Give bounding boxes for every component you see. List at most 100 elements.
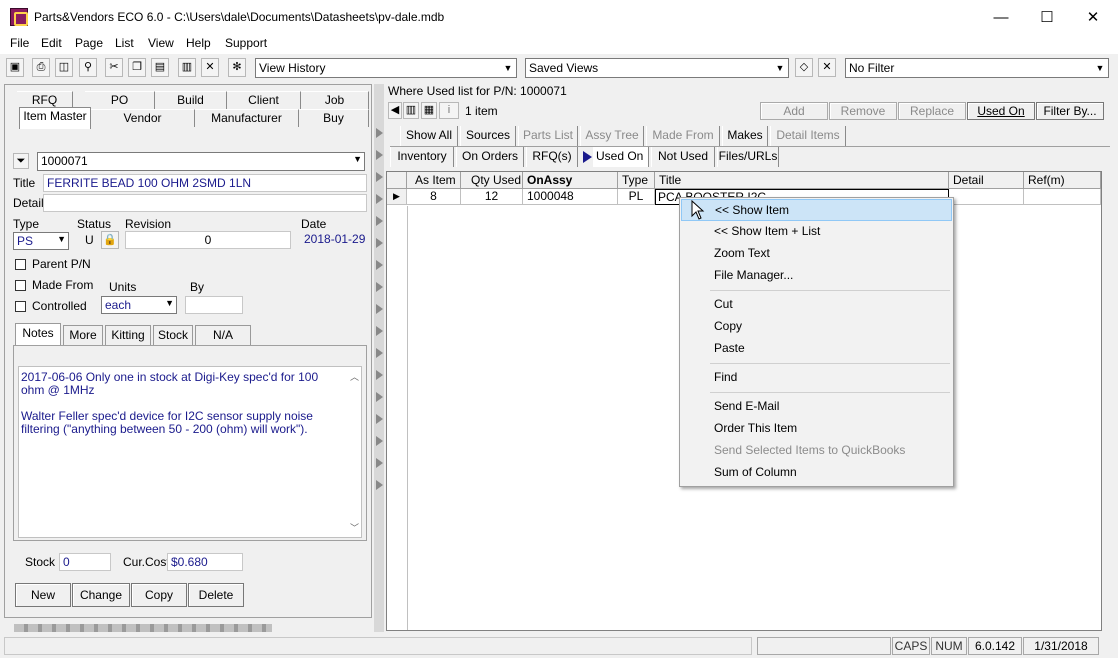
- menu-file[interactable]: File: [10, 36, 29, 50]
- replace-button[interactable]: Replace: [898, 102, 966, 120]
- column-header-onassy[interactable]: OnAssy: [523, 172, 618, 189]
- cut-icon[interactable]: ✂: [105, 58, 123, 77]
- copy-icon[interactable]: ❐: [128, 58, 146, 77]
- cell-refm[interactable]: [1024, 189, 1101, 205]
- tab-manufacturer[interactable]: Manufacturer: [195, 109, 299, 127]
- tab-on-orders[interactable]: On Orders: [456, 147, 524, 167]
- minimize-button[interactable]: —: [978, 0, 1024, 34]
- column-header-type[interactable]: Type: [618, 172, 655, 189]
- detail-field[interactable]: [43, 194, 367, 212]
- menu-item-paste[interactable]: Paste: [681, 338, 952, 360]
- delete-icon[interactable]: ✕: [201, 58, 219, 77]
- cell-detail[interactable]: [949, 189, 1024, 205]
- save-icon[interactable]: ▣: [6, 58, 24, 77]
- tab-notes[interactable]: Notes: [15, 323, 61, 345]
- filter-by-button[interactable]: Filter By...: [1036, 102, 1104, 120]
- tab-rfqs[interactable]: RFQ(s): [526, 147, 578, 167]
- menu-item-send-to-quickbooks[interactable]: Send Selected Items to QuickBooks: [681, 440, 952, 462]
- menu-item-copy[interactable]: Copy: [681, 316, 952, 338]
- first-record-icon[interactable]: ◀: [388, 102, 402, 119]
- column-header-refm[interactable]: Ref(m): [1024, 172, 1101, 189]
- tab-parts-list[interactable]: Parts List: [518, 126, 578, 146]
- tab-more[interactable]: More: [63, 325, 103, 345]
- controlled-checkbox[interactable]: [15, 301, 26, 312]
- tab-po[interactable]: PO: [85, 91, 155, 109]
- copy-button[interactable]: Copy: [131, 583, 187, 607]
- title-field[interactable]: FERRITE BEAD 100 OHM 2SMD 1LN: [43, 174, 367, 192]
- menu-list[interactable]: List: [115, 36, 134, 50]
- paste-icon[interactable]: ▤: [151, 58, 169, 77]
- scroll-down-icon[interactable]: ﹀: [350, 522, 359, 535]
- tab-used-on[interactable]: Used On: [593, 147, 649, 167]
- menu-item-cut[interactable]: Cut: [681, 294, 952, 316]
- by-field[interactable]: [185, 296, 243, 314]
- clear-filter-icon[interactable]: ✕: [818, 58, 836, 77]
- menu-item-sum-of-column[interactable]: Sum of Column: [681, 462, 952, 484]
- settings-icon[interactable]: ✻: [228, 58, 246, 77]
- menu-help[interactable]: Help: [186, 36, 211, 50]
- tab-kitting[interactable]: Kitting: [105, 325, 151, 345]
- tab-stock[interactable]: Stock: [153, 325, 193, 345]
- form-view-icon[interactable]: ▥: [403, 102, 419, 119]
- cell-onassy[interactable]: 1000048: [523, 189, 618, 205]
- used-on-button[interactable]: Used On: [967, 102, 1035, 120]
- menu-item-zoom-text[interactable]: Zoom Text: [681, 243, 952, 265]
- column-header-qty-used[interactable]: Qty Used: [461, 172, 523, 189]
- menu-item-order-this-item[interactable]: Order This Item: [681, 418, 952, 440]
- tab-sources[interactable]: Sources: [460, 126, 516, 146]
- tab-buy[interactable]: Buy: [299, 109, 369, 127]
- eraser-icon[interactable]: ◇: [795, 58, 813, 77]
- tab-made-from[interactable]: Made From: [646, 126, 720, 146]
- menu-page[interactable]: Page: [75, 36, 103, 50]
- tab-job[interactable]: Job: [301, 91, 369, 109]
- menu-edit[interactable]: Edit: [41, 36, 62, 50]
- made-from-checkbox[interactable]: [15, 280, 26, 291]
- delete-button[interactable]: Delete: [188, 583, 244, 607]
- tab-makes[interactable]: Makes: [722, 126, 768, 146]
- menu-item-show-item-list[interactable]: << Show Item + List: [681, 221, 952, 243]
- change-button[interactable]: Change: [72, 583, 130, 607]
- left-panel-scrollbar[interactable]: [14, 624, 272, 632]
- info-icon[interactable]: i: [439, 102, 459, 119]
- scroll-up-icon[interactable]: ︿: [350, 371, 359, 384]
- menu-item-find[interactable]: Find: [681, 367, 952, 389]
- type-select[interactable]: PS ▼: [13, 232, 69, 250]
- maximize-button[interactable]: ☐: [1024, 0, 1070, 34]
- new-button[interactable]: New: [15, 583, 71, 607]
- print-preview-icon[interactable]: ◫: [55, 58, 73, 77]
- panel-divider[interactable]: [374, 84, 384, 632]
- tab-build[interactable]: Build: [155, 91, 227, 109]
- tab-vendor[interactable]: Vendor: [91, 109, 195, 127]
- close-button[interactable]: ✕: [1070, 0, 1116, 34]
- find-icon[interactable]: ⚲: [79, 58, 97, 77]
- remove-button[interactable]: Remove: [829, 102, 897, 120]
- grid-view-icon[interactable]: ▦: [421, 102, 437, 119]
- cell-as-item[interactable]: 8: [407, 189, 461, 205]
- row-selector-arrow-icon[interactable]: ▶: [387, 189, 407, 205]
- add-button[interactable]: Add: [760, 102, 828, 120]
- lock-icon[interactable]: 🔒: [101, 231, 119, 249]
- tab-files-urls[interactable]: Files/URLs: [717, 147, 779, 167]
- filter-select[interactable]: No Filter ▼: [845, 58, 1109, 78]
- cell-type[interactable]: PL: [618, 189, 655, 205]
- tab-assy-tree[interactable]: Assy Tree: [580, 126, 644, 146]
- view-history-select[interactable]: View History ▼: [255, 58, 517, 78]
- revision-field[interactable]: 0: [125, 231, 291, 249]
- paste-special-icon[interactable]: ▥: [178, 58, 196, 77]
- menu-item-send-email[interactable]: Send E-Mail: [681, 396, 952, 418]
- tab-item-master[interactable]: Item Master: [19, 107, 91, 129]
- column-header-as-item[interactable]: As Item: [407, 172, 461, 189]
- tab-inventory[interactable]: Inventory: [390, 147, 454, 167]
- tab-show-all[interactable]: Show All: [400, 126, 458, 146]
- menu-view[interactable]: View: [148, 36, 174, 50]
- tab-na[interactable]: N/A: [195, 325, 251, 345]
- menu-item-file-manager[interactable]: File Manager...: [681, 265, 952, 287]
- tab-not-used[interactable]: Not Used: [651, 147, 715, 167]
- parent-pn-checkbox[interactable]: [15, 259, 26, 270]
- saved-views-select[interactable]: Saved Views ▼: [525, 58, 789, 78]
- menu-support[interactable]: Support: [225, 36, 267, 50]
- column-header-title[interactable]: Title: [655, 172, 949, 189]
- cell-qty-used[interactable]: 12: [461, 189, 523, 205]
- menu-item-show-item[interactable]: << Show Item: [681, 199, 952, 221]
- part-number-select[interactable]: 1000071 ▼: [37, 152, 365, 171]
